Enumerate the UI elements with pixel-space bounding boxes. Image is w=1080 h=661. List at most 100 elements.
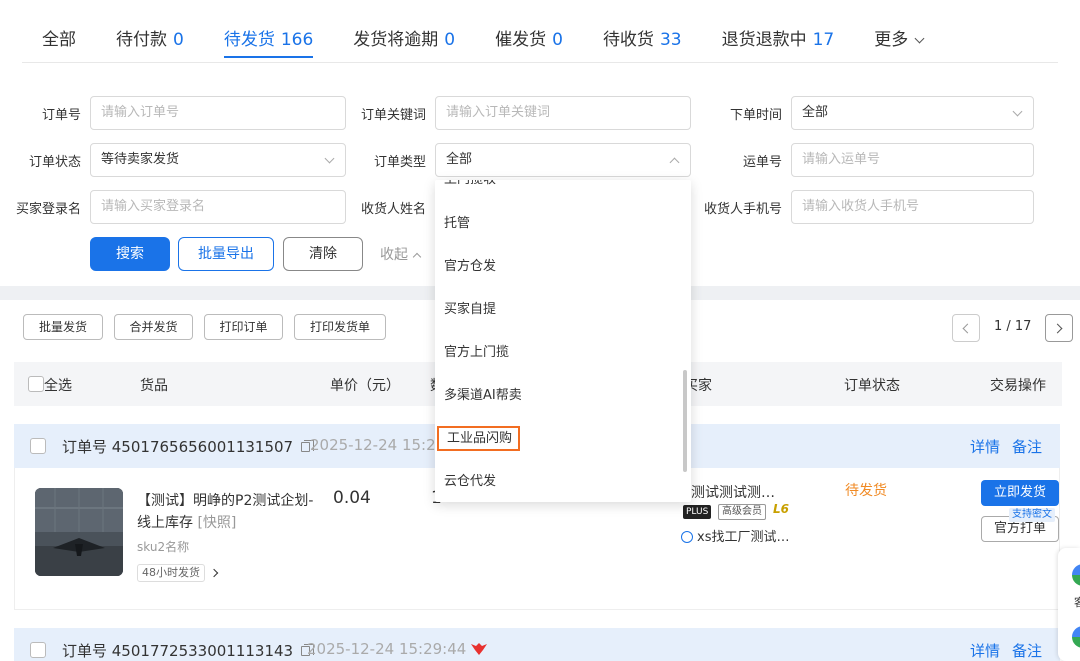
batch-ship-button[interactable]: 批量发货 (23, 314, 103, 340)
secret-text-tag: 支持密文 (1009, 508, 1055, 522)
tab-count: 33 (659, 30, 682, 50)
shipping-time-tag: 48小时发货 (137, 564, 205, 582)
goods-column-header: 货品 (140, 378, 168, 394)
tab-count: 0 (173, 30, 184, 50)
dropdown-option[interactable]: 上门揽收 (435, 180, 681, 201)
customer-service-widget[interactable]: 客 (1058, 548, 1080, 661)
order-status-label: 订单状态 (28, 155, 81, 170)
status-column-header: 订单状态 (844, 378, 900, 394)
order-keyword-label: 订单关键词 (360, 108, 426, 123)
product-title[interactable]: 【测试】明峥的P2测试企划-线上库存 [快照] (137, 490, 317, 534)
chevron-up-icon (412, 252, 422, 262)
product-image[interactable] (35, 488, 123, 576)
dropdown-option-highlighted[interactable]: 工业品闪购 (435, 417, 681, 460)
sku-name: sku2名称 (137, 540, 190, 554)
chevron-left-icon (962, 323, 973, 334)
order-time-label: 下单时间 (729, 108, 782, 123)
order-status: 待发货 (845, 483, 887, 499)
tab-count: 0 (444, 30, 456, 50)
order-note-link[interactable]: 备注 (1012, 436, 1042, 457)
select-all-label: 全选 (44, 378, 72, 394)
order-time-select[interactable]: 全部 (791, 96, 1034, 130)
waybill-input[interactable]: 请输入运单号 (791, 143, 1034, 177)
merge-ship-button[interactable]: 合并发货 (114, 314, 193, 340)
ship-now-button[interactable]: 立即发货 (981, 480, 1059, 506)
tab-all[interactable]: 全部 (22, 0, 96, 62)
order-number: 订单号 4501772533001113143 (62, 640, 315, 661)
order-time: 2025-12-24 15:29:44 (307, 640, 467, 658)
order-tabs: 全部 待付款 0 待发货 166 发货将逾期 0 催发货 0 待收货 33 退货退款中 17… (22, 0, 943, 62)
order-type-select[interactable]: 全部 (435, 143, 691, 177)
tab-pending-receipt[interactable]: 待收货 33 (583, 0, 702, 62)
order-type-dropdown: 上门揽收 托管 官方仓发 买家自提 官方上门揽 多渠道AI帮卖 工业品闪购 云仓… (435, 180, 691, 502)
buyer-shop[interactable]: xs找工厂测试… (681, 526, 789, 545)
order-number: 订单号 4501765656001131507 (62, 436, 315, 457)
order-type-label: 订单类型 (373, 155, 426, 170)
order-time: 2025-12-24 15:29 (310, 436, 446, 454)
tab-shipment-overdue[interactable]: 发货将逾期 0 (333, 0, 475, 62)
dropdown-option[interactable]: 买家自提 (435, 288, 681, 331)
order-no-label: 订单号 (41, 108, 81, 123)
plus-badge: PLUS (683, 505, 712, 519)
dropdown-option[interactable]: 多渠道AI帮卖 (435, 374, 681, 417)
order-note-link[interactable]: 备注 (1012, 640, 1042, 661)
buyer-login-label: 买家登录名 (15, 202, 81, 217)
snapshot-link[interactable]: [快照] (197, 515, 236, 531)
tab-urge-shipment[interactable]: 催发货 0 (475, 0, 583, 62)
unit-price: 0.04 (333, 488, 371, 508)
order-checkbox[interactable] (30, 642, 46, 658)
chevron-up-icon (669, 157, 680, 168)
service-logo-icon (1072, 564, 1080, 586)
order-checkbox[interactable] (30, 438, 46, 454)
dropdown-option[interactable]: 官方仓发 (435, 245, 681, 288)
buyer-name[interactable]: 测试测试测… (691, 482, 775, 502)
waybill-label: 运单号 (742, 155, 782, 170)
search-button[interactable]: 搜索 (90, 237, 170, 271)
next-page-button[interactable] (1045, 314, 1073, 342)
tab-count: 0 (552, 30, 563, 50)
vip-badge: 高级会员 (718, 504, 766, 520)
dropdown-option[interactable]: 官方上门揽 (435, 331, 681, 374)
receiver-name-label: 收货人姓名 (360, 202, 426, 217)
order-detail-link[interactable]: 详情 (970, 436, 1000, 457)
order-keyword-input[interactable]: 请输入订单关键词 (435, 96, 691, 130)
prev-page-button[interactable] (952, 314, 980, 342)
print-ship-button[interactable]: 打印发货单 (294, 314, 386, 340)
select-all-checkbox[interactable] (28, 376, 44, 392)
order-no-input[interactable]: 请输入订单号 (90, 96, 346, 130)
dropdown-option[interactable]: 云仓代发 (435, 460, 681, 502)
level-badge: L6 (773, 502, 789, 516)
tab-count: 166 (280, 30, 314, 50)
dropdown-option[interactable]: 托管 (435, 202, 681, 245)
tab-count: 17 (812, 30, 835, 50)
clear-button[interactable]: 清除 (283, 237, 363, 271)
tab-more[interactable]: 更多 (854, 0, 943, 62)
dropdown-scrollbar[interactable] (683, 370, 687, 472)
batch-export-button[interactable]: 批量导出 (178, 237, 274, 271)
receiver-phone-label: 收货人手机号 (703, 202, 782, 217)
chevron-right-icon[interactable] (209, 568, 219, 578)
page-indicator: 1 / 17 (994, 319, 1032, 334)
chat-icon (681, 531, 693, 543)
chevron-right-icon (1052, 323, 1063, 334)
chevron-down-icon (324, 153, 335, 164)
tab-pending-payment[interactable]: 待付款 0 (96, 0, 204, 62)
flash-sale-icon (471, 643, 487, 655)
copy-icon[interactable] (301, 440, 315, 452)
print-order-button[interactable]: 打印订单 (204, 314, 283, 340)
tab-pending-shipment[interactable]: 待发货 166 (204, 0, 333, 62)
collapse-toggle[interactable]: 收起 (380, 244, 422, 264)
actions-column-header: 交易操作 (990, 378, 1046, 394)
service-label: 客 (1074, 596, 1080, 609)
price-column-header: 单价（元） (330, 378, 400, 394)
order-status-select[interactable]: 等待卖家发货 (90, 143, 346, 177)
tabs-divider (22, 62, 1058, 63)
order-header-row: 订单号 4501772533001113143 2025-12-24 15:29… (14, 628, 1060, 661)
receiver-phone-input[interactable]: 请输入收货人手机号 (791, 190, 1034, 224)
order-detail-link[interactable]: 详情 (970, 640, 1000, 661)
chevron-down-icon (1012, 106, 1023, 117)
tab-refund[interactable]: 退货退款中 17 (702, 0, 855, 62)
chevron-down-icon (914, 33, 925, 44)
buyer-login-input[interactable]: 请输入买家登录名 (90, 190, 346, 224)
service-logo-icon (1072, 626, 1080, 648)
